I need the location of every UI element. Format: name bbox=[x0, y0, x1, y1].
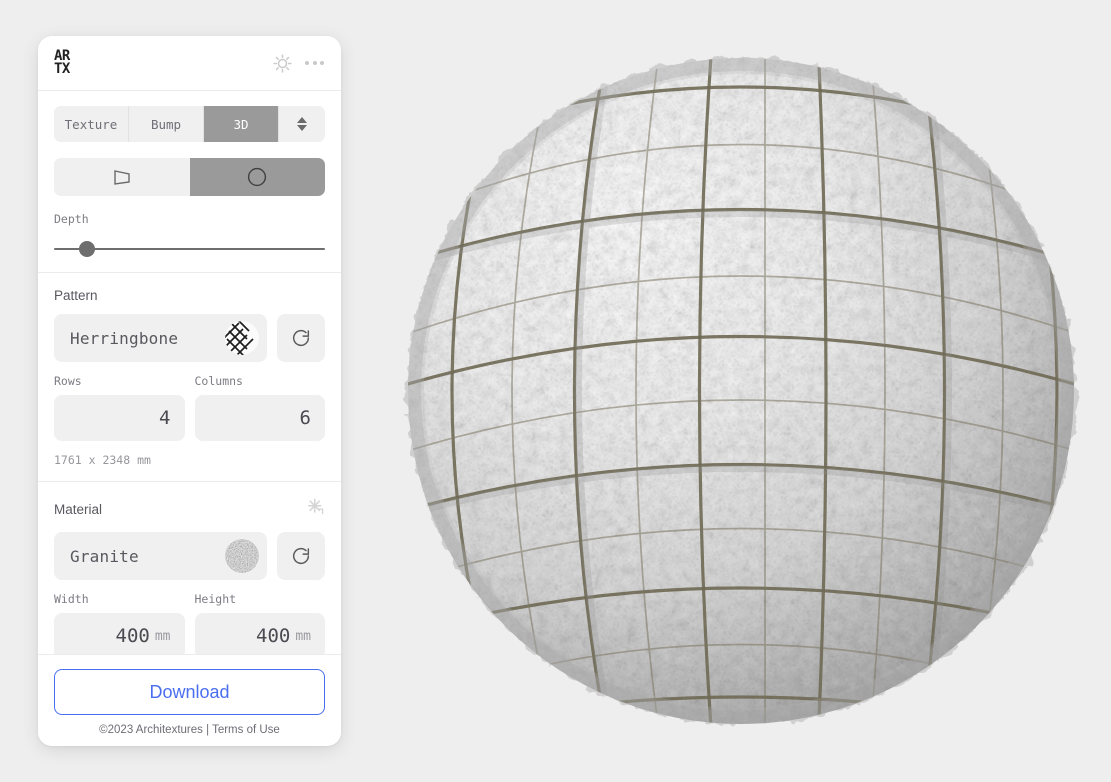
sparkle-icon[interactable] bbox=[306, 497, 325, 521]
rows-input[interactable]: 4 bbox=[54, 395, 185, 441]
depth-slider-track[interactable] bbox=[54, 248, 325, 250]
refresh-icon bbox=[292, 330, 310, 347]
pattern-refresh-button[interactable] bbox=[277, 314, 325, 362]
width-field: Width 400 mm bbox=[54, 592, 185, 654]
depth-label: Depth bbox=[54, 212, 89, 226]
depth-slider-thumb[interactable] bbox=[78, 241, 95, 257]
sphere-render[interactable] bbox=[382, 32, 1100, 750]
tab-texture[interactable]: Texture bbox=[54, 106, 129, 142]
logo-line-2: TX bbox=[54, 61, 70, 77]
height-value: 400 bbox=[256, 625, 291, 647]
material-header: Material bbox=[54, 497, 325, 521]
circle-icon bbox=[248, 167, 267, 187]
footer-copyright[interactable]: ©2023 Architextures | Terms of Use bbox=[54, 724, 325, 736]
rows-field: Rows 4 bbox=[54, 374, 185, 441]
caret-down-icon bbox=[297, 125, 307, 131]
pattern-label: Pattern bbox=[54, 288, 98, 303]
herringbone-thumbnail bbox=[225, 321, 259, 355]
panel-scroll-body[interactable]: Texture Bump 3D Depth Pattern Herringbon… bbox=[38, 91, 341, 654]
pattern-value: Herringbone bbox=[70, 328, 179, 348]
gear-icon[interactable] bbox=[272, 53, 293, 74]
columns-label: Columns bbox=[194, 374, 243, 388]
sphere-svg bbox=[407, 57, 1075, 725]
height-unit: mm bbox=[295, 628, 311, 644]
panel-header: AR TX bbox=[38, 36, 341, 91]
material-picker-row: Granite bbox=[54, 532, 325, 580]
shape-toggle bbox=[54, 158, 325, 196]
columns-input[interactable]: 6 bbox=[194, 395, 325, 441]
rows-value: 4 bbox=[159, 407, 171, 429]
up-down-caret-icon[interactable] bbox=[279, 106, 325, 142]
dot bbox=[312, 61, 317, 65]
ellipsis-icon[interactable] bbox=[305, 61, 324, 65]
material-select[interactable]: Granite bbox=[54, 532, 267, 580]
dot bbox=[320, 61, 324, 65]
download-button[interactable]: Download bbox=[54, 669, 325, 715]
granite-thumbnail bbox=[225, 539, 259, 573]
height-label: Height bbox=[194, 592, 237, 606]
width-label: Width bbox=[54, 592, 89, 606]
tab-3d[interactable]: 3D bbox=[204, 106, 279, 142]
shape-plane-button[interactable] bbox=[54, 158, 190, 196]
header-icons bbox=[272, 53, 324, 74]
depth-slider[interactable] bbox=[54, 240, 325, 258]
dot bbox=[305, 61, 309, 65]
ellipsis-dots bbox=[305, 61, 324, 65]
height-field: Height 400 mm bbox=[194, 592, 325, 654]
control-panel: AR TX Texture Bump 3D Depth Pattern Herr… bbox=[38, 36, 341, 746]
material-value: Granite bbox=[70, 546, 139, 566]
columns-field: Columns 6 bbox=[194, 374, 325, 441]
width-input[interactable]: 400 mm bbox=[54, 613, 185, 654]
pattern-grid-inputs: Rows 4 Columns 6 bbox=[54, 374, 325, 441]
width-unit: mm bbox=[154, 628, 171, 644]
width-value: 400 bbox=[115, 625, 150, 647]
height-input[interactable]: 400 mm bbox=[194, 613, 325, 654]
view-section: Texture Bump 3D Depth bbox=[38, 91, 341, 273]
columns-value: 6 bbox=[299, 407, 311, 429]
pattern-section: Pattern Herringbone Rows 4 Columns 6 176… bbox=[38, 273, 341, 482]
rows-label: Rows bbox=[54, 374, 82, 388]
caret-up-icon bbox=[297, 117, 307, 123]
plane-icon bbox=[114, 170, 130, 185]
view-mode-tabs: Texture Bump 3D bbox=[54, 106, 325, 142]
material-label: Material bbox=[54, 501, 103, 517]
material-size-inputs: Width 400 mm Height 400 mm bbox=[54, 592, 325, 654]
app-logo[interactable]: AR TX bbox=[54, 49, 70, 77]
material-section: Material Granite Width 400 mm Height 400… bbox=[38, 482, 341, 654]
pattern-picker-row: Herringbone bbox=[54, 314, 325, 362]
material-refresh-button[interactable] bbox=[277, 532, 325, 580]
pattern-dimensions: 1761 x 2348 mm bbox=[54, 453, 151, 467]
panel-footer: Download ©2023 Architextures | Terms of … bbox=[38, 654, 341, 746]
pattern-select[interactable]: Herringbone bbox=[54, 314, 267, 362]
shape-sphere-button[interactable] bbox=[189, 158, 325, 196]
refresh-icon bbox=[292, 548, 310, 565]
tab-bump[interactable]: Bump bbox=[129, 106, 204, 142]
